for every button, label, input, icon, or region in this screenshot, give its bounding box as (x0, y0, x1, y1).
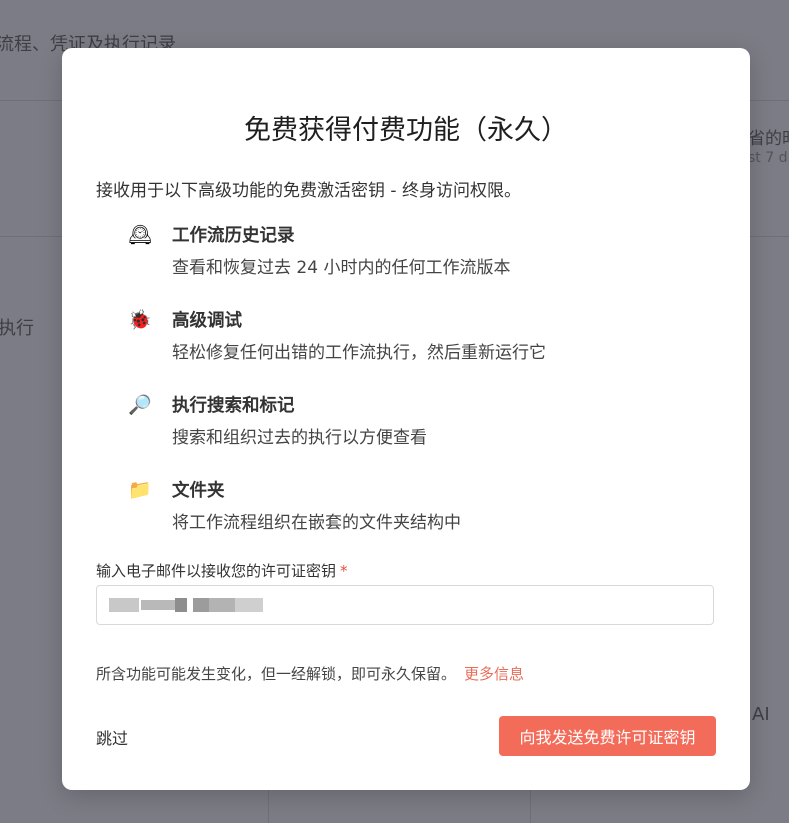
folder-icon: 📁 (128, 479, 152, 501)
obscured-email-value (193, 598, 209, 612)
disclaimer-note: 所含功能可能发生变化，但一经解锁，即可永久保留。 更多信息 (96, 663, 524, 684)
disclaimer-text: 所含功能可能发生变化，但一经解锁，即可永久保留。 (96, 665, 457, 683)
feature-description: 搜索和组织过去的执行以方便查看 (172, 428, 427, 448)
mantel-clock-icon: 🕰 (128, 224, 153, 246)
obscured-email-value (235, 598, 263, 612)
bug-icon: 🐞 (128, 309, 152, 331)
more-info-link[interactable]: 更多信息 (464, 665, 524, 683)
background-left-text: 执行 (0, 318, 34, 339)
magnifier-icon: 🔎 (128, 394, 152, 416)
feature-description: 查看和恢复过去 24 小时内的任何工作流版本 (172, 258, 511, 278)
feature-title: 高级调试 (172, 311, 242, 331)
obscured-email-value (109, 598, 139, 612)
email-field[interactable] (96, 585, 714, 625)
send-license-key-button[interactable]: 向我发送免费许可证密钥 (499, 716, 716, 756)
email-label-text: 输入电子邮件以接收您的许可证密钥 (96, 562, 337, 580)
background-card-title: 省的时 (748, 129, 789, 149)
skip-button[interactable]: 跳过 (96, 725, 128, 749)
feature-description: 将工作流程组织在嵌套的文件夹结构中 (172, 513, 461, 533)
email-field-label: 输入电子邮件以接收您的许可证密钥 * (96, 560, 348, 581)
feature-title: 执行搜索和标记 (172, 396, 295, 416)
obscured-email-value (175, 598, 187, 612)
background-divider (530, 790, 531, 823)
background-divider (268, 790, 269, 823)
modal-title: 免费获得付费功能（永久） (244, 115, 568, 146)
background-card-subtitle: st 7 d (748, 150, 788, 166)
feature-description: 轻松修复任何出错的工作流执行，然后重新运行它 (172, 343, 546, 363)
feature-title: 文件夹 (172, 481, 225, 501)
upgrade-modal: 免费获得付费功能（永久） 接收用于以下高级功能的免费激活密钥 - 终身访问权限。… (62, 48, 750, 790)
background-card-text: AI (752, 704, 770, 725)
required-mark: * (340, 562, 348, 580)
modal-subtitle: 接收用于以下高级功能的免费激活密钥 - 终身访问权限。 (96, 181, 521, 201)
feature-title: 工作流历史记录 (172, 226, 295, 246)
obscured-email-value (141, 600, 175, 610)
obscured-email-value (209, 598, 235, 612)
